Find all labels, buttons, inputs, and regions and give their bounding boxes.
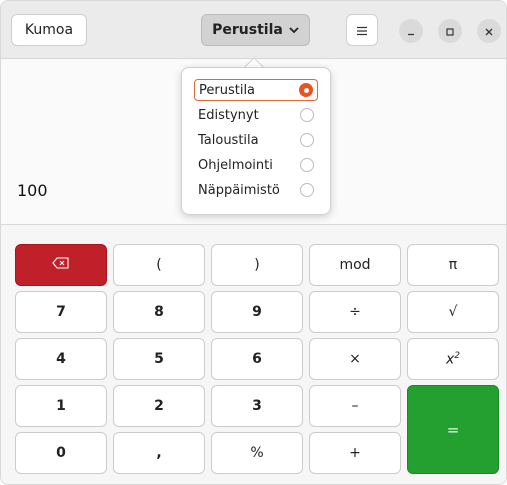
key-label: 2 <box>154 398 164 414</box>
key-label: 6 <box>252 351 262 367</box>
key-label: – <box>351 398 359 414</box>
mode-option-label: Ohjelmointi <box>198 157 273 173</box>
main-menu-button[interactable] <box>346 14 378 46</box>
radio-icon <box>300 133 314 147</box>
mode-option-programming[interactable]: Ohjelmointi <box>194 154 318 176</box>
close-button[interactable] <box>477 19 501 43</box>
chevron-down-icon <box>289 26 299 34</box>
decimal-button[interactable]: , <box>113 432 205 474</box>
square-exponent: 2 <box>454 350 461 361</box>
multiply-button[interactable]: × <box>309 338 401 380</box>
key-label: 3 <box>252 398 262 414</box>
key-label: 5 <box>154 351 164 367</box>
plus-button[interactable]: + <box>309 432 401 474</box>
key-label: ) <box>254 257 260 273</box>
mod-button[interactable]: mod <box>309 244 401 286</box>
header-bar: Kumoa Perustila <box>1 1 506 59</box>
square-button[interactable]: x2 <box>407 338 499 380</box>
mode-label: Perustila <box>212 22 283 38</box>
radio-icon <box>300 158 314 172</box>
equals-button[interactable]: = <box>407 385 499 474</box>
undo-label: Kumoa <box>24 22 74 38</box>
key-label: 9 <box>252 304 262 320</box>
undo-button[interactable]: Kumoa <box>11 14 87 46</box>
close-icon <box>484 22 494 41</box>
digit-4-button[interactable]: 4 <box>15 338 107 380</box>
key-label: 8 <box>154 304 164 320</box>
key-label: 1 <box>56 398 66 414</box>
key-label: 0 <box>56 445 66 461</box>
digit-1-button[interactable]: 1 <box>15 385 107 427</box>
mode-option-label: Perustila <box>199 82 256 98</box>
key-label: √ <box>448 304 458 320</box>
mode-option-keyboard[interactable]: Näppäimistö <box>194 179 318 201</box>
mode-option-basic[interactable]: Perustila <box>194 79 318 101</box>
open-paren-button[interactable]: ( <box>113 244 205 286</box>
key-label: 4 <box>56 351 66 367</box>
key-label: ( <box>156 257 162 273</box>
radio-selected-icon <box>299 83 313 97</box>
key-label: + <box>349 445 361 461</box>
digit-2-button[interactable]: 2 <box>113 385 205 427</box>
keypad: ( ) mod π 7 8 9 ÷ √ 4 5 6 × x2 1 2 3 – =… <box>1 225 506 484</box>
radio-icon <box>300 183 314 197</box>
pi-button[interactable]: π <box>407 244 499 286</box>
close-paren-button[interactable]: ) <box>211 244 303 286</box>
mode-option-label: Taloustila <box>198 132 259 148</box>
digit-5-button[interactable]: 5 <box>113 338 205 380</box>
mode-option-advanced[interactable]: Edistynyt <box>194 104 318 126</box>
minimize-button[interactable] <box>399 19 423 43</box>
key-label: = <box>446 420 460 439</box>
percent-button[interactable]: % <box>211 432 303 474</box>
key-label: , <box>156 445 162 461</box>
hamburger-icon <box>356 21 368 40</box>
key-label: mod <box>339 257 371 273</box>
key-label: 7 <box>56 304 66 320</box>
maximize-icon <box>445 22 455 41</box>
backspace-icon <box>52 257 70 273</box>
divide-button[interactable]: ÷ <box>309 291 401 333</box>
mode-popover: Perustila Edistynyt Taloustila Ohjelmoin… <box>181 67 331 215</box>
radio-icon <box>300 108 314 122</box>
minus-button[interactable]: – <box>309 385 401 427</box>
digit-0-button[interactable]: 0 <box>15 432 107 474</box>
digit-9-button[interactable]: 9 <box>211 291 303 333</box>
minimize-icon <box>406 22 416 41</box>
mode-option-financial[interactable]: Taloustila <box>194 129 318 151</box>
backspace-button[interactable] <box>15 244 107 286</box>
square-label: x2 <box>446 351 460 368</box>
key-label: π <box>448 257 458 273</box>
calculator-window: Kumoa Perustila 100 () mod π 7 8 9 ÷ √ … <box>0 0 507 485</box>
sqrt-button[interactable]: √ <box>407 291 499 333</box>
mode-selector-button[interactable]: Perustila <box>201 14 310 46</box>
digit-7-button[interactable]: 7 <box>15 291 107 333</box>
key-label: % <box>250 445 264 461</box>
key-label: × <box>349 351 361 367</box>
digit-8-button[interactable]: 8 <box>113 291 205 333</box>
digit-3-button[interactable]: 3 <box>211 385 303 427</box>
display-value: 100 <box>17 181 48 200</box>
key-label: ÷ <box>349 304 361 320</box>
maximize-button[interactable] <box>438 19 462 43</box>
digit-6-button[interactable]: 6 <box>211 338 303 380</box>
mode-option-label: Näppäimistö <box>198 182 280 198</box>
mode-option-label: Edistynyt <box>198 107 259 123</box>
